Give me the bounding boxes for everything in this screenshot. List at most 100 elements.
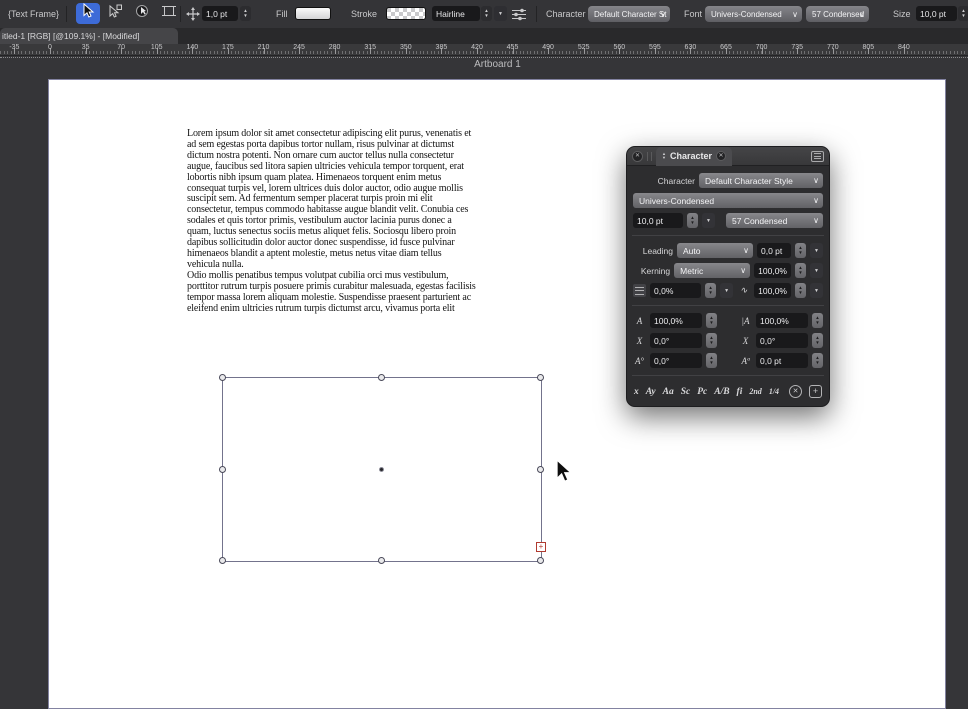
stroke-style-dropdown[interactable]: Hairline — [432, 6, 480, 21]
selected-object-frame[interactable] — [222, 377, 542, 562]
skew-horizontal-input[interactable]: 0,0° — [650, 333, 702, 348]
direct-select-tool-button[interactable] — [103, 3, 127, 24]
feature-button-2nd[interactable]: 2nd — [749, 387, 761, 396]
add-feature-icon[interactable]: + — [809, 385, 822, 398]
character-style-dropdown[interactable]: Default Character Style — [699, 173, 823, 188]
panel-drag-grip[interactable] — [647, 152, 652, 161]
kerning-stepper[interactable] — [795, 263, 806, 278]
character-style-dropdown[interactable]: Default Character St — [588, 6, 670, 22]
horizontal-scale-input[interactable]: 100,0% — [650, 313, 702, 328]
leading-value-input[interactable]: 0,0 pt — [757, 243, 791, 258]
center-point-handle[interactable] — [379, 467, 384, 472]
baseline-shift-input[interactable]: 0,0 pt — [756, 353, 808, 368]
panel-close-icon[interactable]: ✕ — [632, 151, 643, 162]
ruler-minor-tick — [640, 51, 641, 54]
selection-handle[interactable] — [378, 557, 385, 564]
clear-features-icon[interactable]: ✕ — [789, 385, 802, 398]
kerning-mode-dropdown[interactable]: Metric — [674, 263, 750, 278]
text-outport-handle[interactable] — [536, 542, 546, 552]
document-tab[interactable]: itled-1 [RGB] [@109.1%] - [Modified] — [0, 28, 178, 44]
fill-color-swatch[interactable] — [295, 7, 331, 20]
vertical-scale-stepper[interactable] — [812, 313, 823, 328]
stroke-weight-stepper[interactable] — [240, 6, 251, 21]
selection-handle[interactable] — [378, 374, 385, 381]
tracking-input[interactable]: 0,0% — [650, 283, 701, 298]
selection-handle[interactable] — [537, 374, 544, 381]
selection-handle[interactable] — [219, 374, 226, 381]
ruler-minor-tick — [843, 51, 844, 54]
ruler-minor-tick — [544, 51, 545, 54]
selection-handle[interactable] — [219, 557, 226, 564]
tracking-menu-button[interactable] — [720, 283, 733, 298]
feature-button-pc[interactable]: Pc — [697, 387, 707, 397]
ruler-minor-tick — [808, 51, 809, 54]
feature-button-x[interactable]: x — [634, 387, 639, 397]
stroke-style-stepper[interactable] — [481, 6, 492, 21]
font-size-stepper[interactable] — [687, 213, 698, 228]
select-tool-button[interactable] — [76, 3, 100, 24]
feature-button-sc[interactable]: Sc — [681, 387, 691, 397]
ruler-minor-tick — [338, 51, 339, 54]
ruler-minor-tick — [381, 51, 382, 54]
font-size-menu-button[interactable] — [702, 213, 715, 228]
tracking-icon[interactable] — [633, 284, 646, 297]
leading-menu-button[interactable] — [810, 243, 823, 258]
character-rotation-stepper[interactable] — [706, 353, 717, 368]
font-size-stepper[interactable] — [958, 6, 968, 21]
character-panel-tab[interactable]: Character ✕ — [656, 147, 732, 166]
selection-handle[interactable] — [537, 557, 544, 564]
feature-button-ay[interactable]: Ay — [646, 387, 656, 397]
stroke-options-icon[interactable] — [511, 8, 527, 26]
font-style-dropdown[interactable]: 57 Condensed — [806, 6, 869, 22]
baseline-shift-icon: Aª — [739, 356, 752, 366]
mouse-cursor-icon — [554, 459, 574, 490]
feature-button-14[interactable]: 1/4 — [769, 387, 779, 396]
kerning-value-input[interactable]: 100,0% — [754, 263, 791, 278]
stroke-style-menu-button[interactable] — [494, 6, 507, 21]
word-spacing-menu-button[interactable] — [810, 283, 823, 298]
ruler-minor-tick — [448, 51, 449, 54]
frame-tool-button[interactable] — [157, 3, 181, 24]
baseline-shift-stepper[interactable] — [812, 353, 823, 368]
leading-stepper[interactable] — [795, 243, 806, 258]
ruler-minor-tick — [0, 51, 1, 54]
kerning-menu-button[interactable] — [810, 263, 823, 278]
selection-handle[interactable] — [219, 466, 226, 473]
tab-close-icon[interactable]: ✕ — [716, 151, 726, 161]
document-text-line: lobortis nibh ipsum quam platea. Himenae… — [187, 173, 476, 184]
font-size-input[interactable]: 10,0 pt — [916, 6, 957, 21]
ruler-unit-label: 560 — [613, 44, 625, 51]
selection-handle[interactable] — [537, 466, 544, 473]
rotate-tool-button[interactable] — [130, 3, 154, 24]
vertical-scale-input[interactable]: 100,0% — [756, 313, 808, 328]
word-spacing-input[interactable]: 100,0% — [754, 283, 791, 298]
word-spacing-stepper[interactable] — [795, 283, 806, 298]
artboard-label[interactable]: Artboard 1 — [440, 59, 555, 70]
font-style-dropdown[interactable]: 57 Condensed — [726, 213, 823, 228]
ruler-unit-label: 175 — [222, 44, 234, 51]
leading-mode-dropdown[interactable]: Auto — [677, 243, 753, 258]
font-family-dropdown[interactable]: Univers-Condensed — [705, 6, 802, 22]
feature-button-aa[interactable]: Aa — [663, 387, 674, 397]
font-family-dropdown[interactable]: Univers-Condensed — [633, 193, 823, 208]
ruler-minor-tick — [463, 51, 464, 54]
skew-vertical-stepper[interactable] — [812, 333, 823, 348]
feature-button-fi[interactable]: fi — [737, 387, 743, 397]
font-size-input[interactable]: 10,0 pt — [633, 213, 683, 228]
text-frame-content[interactable]: Lorem ipsum dolor sit amet consectetur a… — [187, 129, 476, 314]
feature-button-ab[interactable]: A/B — [714, 387, 729, 397]
skew-horizontal-stepper[interactable] — [706, 333, 717, 348]
horizontal-scale-stepper[interactable] — [706, 313, 717, 328]
ruler-minor-tick — [4, 51, 5, 54]
ruler-minor-tick — [893, 51, 894, 54]
tracking-stepper[interactable] — [705, 283, 716, 298]
stroke-weight-input[interactable]: 1,0 pt — [202, 6, 238, 21]
ruler-minor-tick — [890, 51, 891, 54]
panel-menu-icon[interactable] — [811, 151, 824, 162]
ruler-minor-tick — [103, 51, 104, 54]
cursor-arrow-icon — [81, 3, 95, 24]
skew-vertical-input[interactable]: 0,0° — [756, 333, 808, 348]
ruler-minor-tick — [231, 51, 232, 54]
character-rotation-input[interactable]: 0,0° — [650, 353, 702, 368]
stroke-color-swatch[interactable] — [386, 7, 426, 20]
